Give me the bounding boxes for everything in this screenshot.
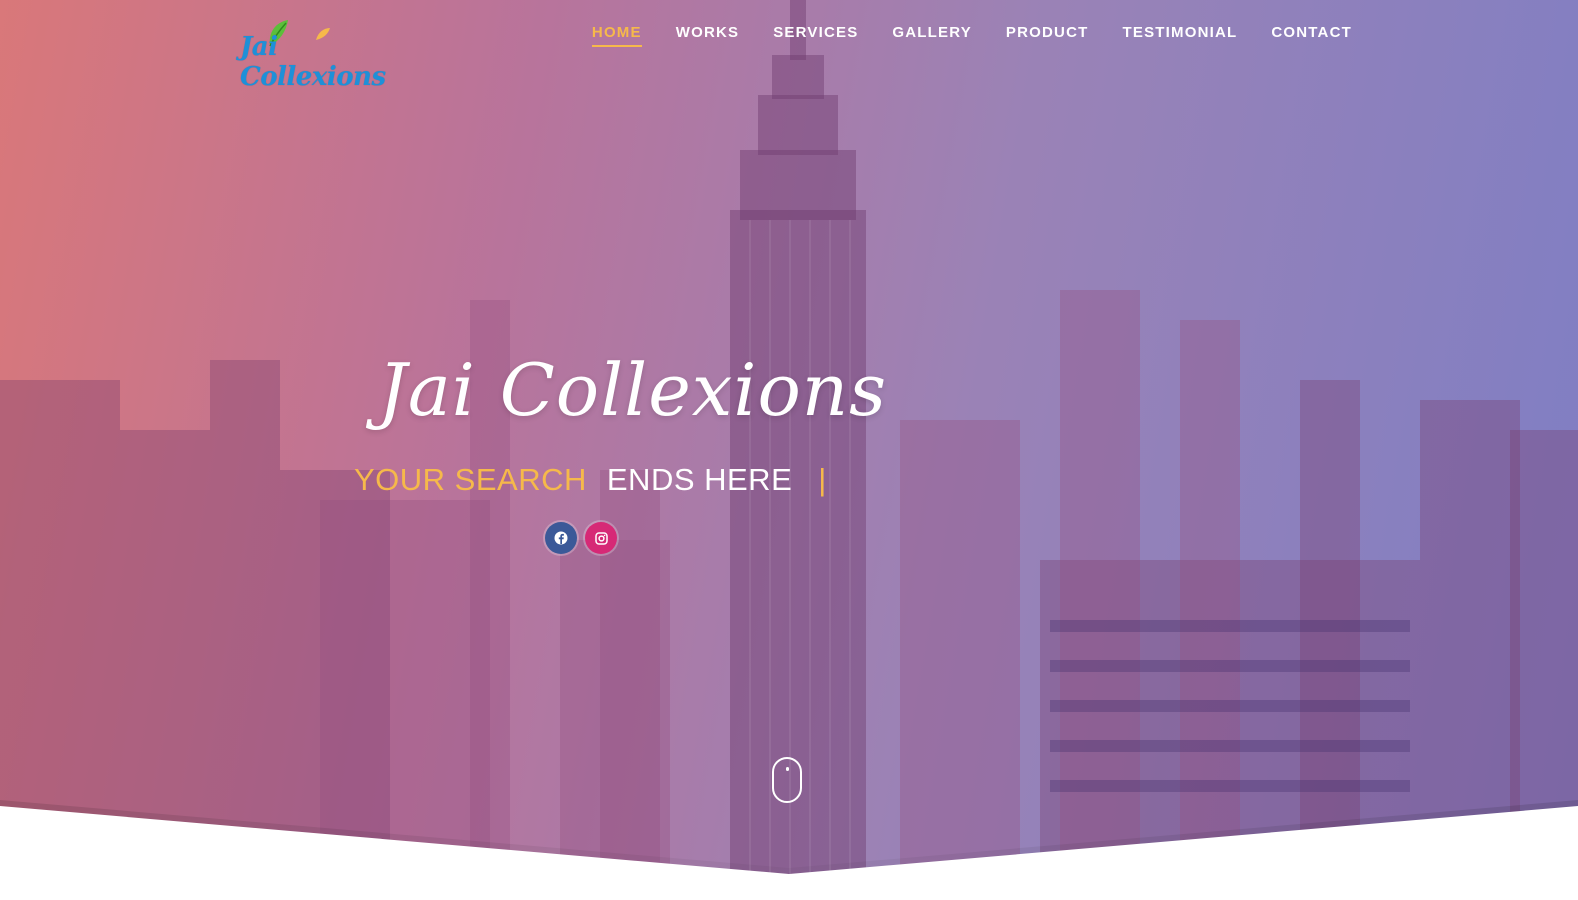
scroll-wheel-dot [786,767,789,771]
nav-item-services[interactable]: SERVICES [773,24,858,47]
instagram-icon [594,531,608,545]
facebook-icon [554,531,568,545]
logo-text: Jai Collexions [240,32,386,92]
nav-item-product[interactable]: PRODUCT [1006,24,1089,47]
social-links [545,522,617,554]
nav-item-testimonial[interactable]: TESTIMONIAL [1123,24,1238,47]
nav-item-contact[interactable]: CONTACT [1271,24,1352,47]
typing-cursor: | [818,462,827,497]
hero-tagline: YOUR SEARCH ENDS HERE | [354,462,827,498]
facebook-button[interactable] [545,522,577,554]
nav-item-gallery[interactable]: GALLERY [892,24,972,47]
hero-title: Jai Collexions [378,348,888,432]
instagram-button[interactable] [585,522,617,554]
hero-section: Jai Collexions HOME WORKS SERVICES GALLE… [0,0,1578,900]
nav-item-home[interactable]: HOME [591,24,642,47]
nav-item-works[interactable]: WORKS [676,24,740,47]
tagline-highlight: YOUR SEARCH [354,462,587,497]
site-logo[interactable]: Jai Collexions [240,18,420,92]
main-navigation: HOME WORKS SERVICES GALLERY PRODUCT TEST… [591,24,1352,47]
tagline-rest: ENDS HERE [606,462,793,497]
scroll-down-mouse-icon[interactable] [772,757,802,803]
